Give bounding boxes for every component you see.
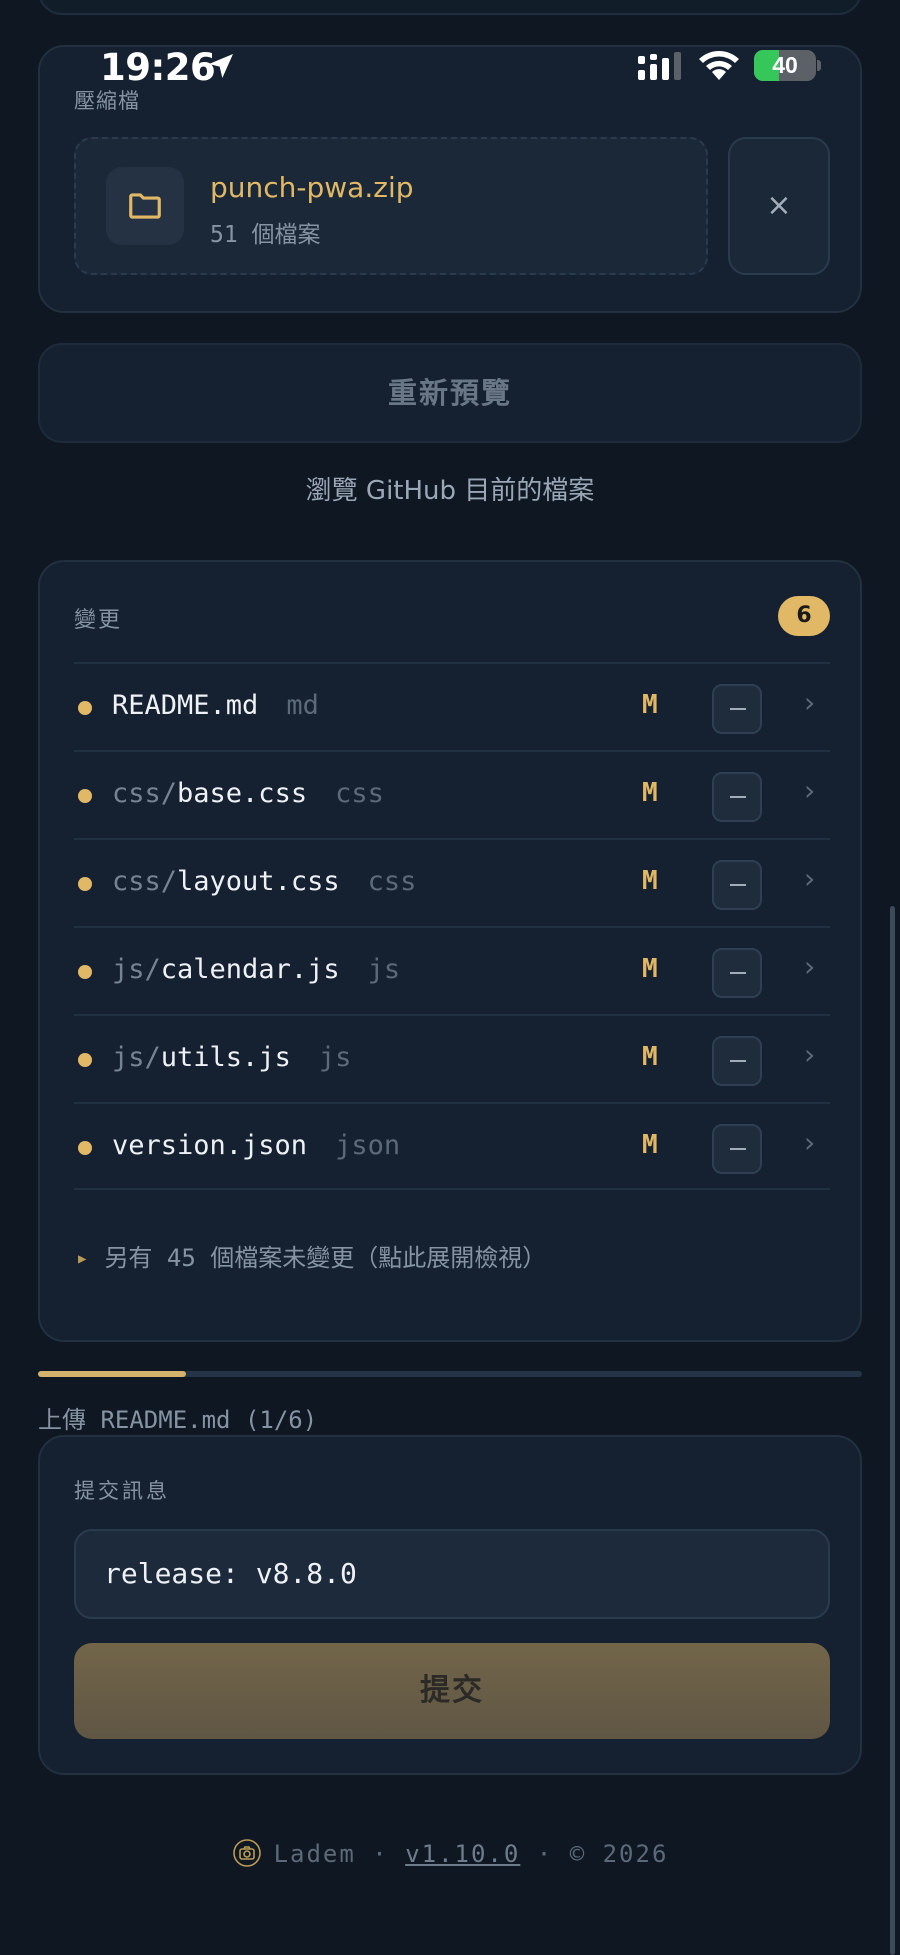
scrollbar[interactable] bbox=[890, 906, 895, 1955]
status-bar: 19:26 40 bbox=[0, 38, 900, 94]
modified-dot-icon bbox=[78, 877, 92, 891]
changed-file-row[interactable]: css/base.css css M › bbox=[74, 750, 830, 838]
changed-file-list: README.md md M › css/base.css css M › css/layout… bbox=[74, 662, 830, 1190]
footer: Ladem · v1.10.0 · © 2026 bbox=[0, 1838, 900, 1868]
commit-card: 提交訊息 release: v8.8.0 提交 bbox=[38, 1435, 862, 1775]
file-name: base.css bbox=[177, 778, 308, 809]
folder-tile bbox=[106, 167, 184, 245]
archive-file-count: 51 個檔案 bbox=[210, 222, 321, 248]
battery-tip bbox=[817, 60, 821, 71]
file-dir: js/ bbox=[112, 1042, 161, 1073]
folder-icon bbox=[129, 193, 161, 219]
browse-github-link[interactable]: 瀏覽 GitHub 目前的檔案 bbox=[0, 470, 900, 507]
remove-archive-button[interactable]: × bbox=[728, 137, 830, 275]
file-status: M bbox=[642, 954, 658, 984]
file-name: utils.js bbox=[160, 1042, 291, 1073]
file-dir: js/ bbox=[112, 954, 161, 985]
file-ext: js bbox=[318, 1042, 352, 1073]
file-path: version.json json bbox=[112, 1130, 400, 1161]
status-time: 19:26 bbox=[100, 46, 216, 89]
unstage-file-button[interactable] bbox=[712, 1036, 762, 1086]
unstage-file-button[interactable] bbox=[712, 948, 762, 998]
file-ext: css bbox=[367, 866, 417, 897]
unstage-file-button[interactable] bbox=[712, 1124, 762, 1174]
file-name: README.md bbox=[112, 690, 259, 721]
changed-file-row[interactable]: css/layout.css css M › bbox=[74, 838, 830, 926]
archive-file-box[interactable]: punch-pwa.zip 51 個檔案 bbox=[74, 137, 708, 275]
file-dir: css/ bbox=[112, 778, 178, 809]
expand-triangle-icon: ▶ bbox=[78, 1251, 87, 1267]
modified-dot-icon bbox=[78, 965, 92, 979]
upload-progress-fill bbox=[38, 1371, 187, 1377]
changes-card: 變更 6 README.md md M › css/base.css css M › css/l… bbox=[38, 560, 862, 1342]
changed-file-row[interactable]: version.json json M › bbox=[74, 1102, 830, 1190]
changes-title: 變更 bbox=[74, 608, 123, 633]
file-status: M bbox=[642, 1042, 658, 1072]
footer-brand: Ladem bbox=[273, 1840, 356, 1868]
changes-count-badge: 6 bbox=[778, 596, 830, 636]
unstage-file-button[interactable] bbox=[712, 772, 762, 822]
file-path: css/layout.css css bbox=[112, 866, 416, 897]
file-name: layout.css bbox=[177, 866, 340, 897]
archive-file-name: punch-pwa.zip bbox=[210, 171, 414, 204]
modified-dot-icon bbox=[78, 1053, 92, 1067]
changed-file-row[interactable]: js/calendar.js js M › bbox=[74, 926, 830, 1014]
repreview-button[interactable]: 重新預覽 bbox=[38, 343, 862, 443]
camera-logo-icon bbox=[232, 1839, 261, 1867]
battery-level-text: 40 bbox=[772, 52, 798, 78]
file-ext: css bbox=[335, 778, 384, 809]
modified-dot-icon bbox=[78, 701, 92, 715]
upload-progress-text: 上傳 README.md (1/6) bbox=[38, 1406, 318, 1434]
footer-separator: · bbox=[536, 1840, 554, 1868]
file-name: version.json bbox=[112, 1130, 308, 1161]
chevron-right-icon[interactable]: › bbox=[804, 950, 815, 983]
file-status: M bbox=[642, 1130, 658, 1160]
upload-progress-bar bbox=[38, 1371, 862, 1377]
commit-message-label: 提交訊息 bbox=[74, 1479, 170, 1503]
cellular-signal-icon bbox=[638, 52, 681, 80]
file-status: M bbox=[642, 690, 658, 720]
file-path: css/base.css css bbox=[112, 778, 384, 809]
modified-dot-icon bbox=[78, 789, 92, 803]
unstage-file-button[interactable] bbox=[712, 684, 762, 734]
footer-separator: · bbox=[372, 1840, 389, 1868]
commit-message-input[interactable]: release: v8.8.0 bbox=[74, 1529, 830, 1619]
file-ext: json bbox=[335, 1130, 401, 1161]
previous-card bbox=[38, 0, 862, 15]
file-name: calendar.js bbox=[160, 954, 340, 985]
file-dir: css/ bbox=[112, 866, 178, 897]
battery-icon: 40 bbox=[754, 50, 816, 81]
changed-file-row[interactable]: js/utils.js js M › bbox=[74, 1014, 830, 1102]
wifi-icon bbox=[699, 51, 739, 80]
file-path: js/utils.js js bbox=[112, 1042, 351, 1073]
chevron-right-icon[interactable]: › bbox=[804, 1038, 815, 1071]
chevron-right-icon[interactable]: › bbox=[804, 686, 815, 719]
location-arrow-icon bbox=[209, 54, 233, 78]
unstage-file-button[interactable] bbox=[712, 860, 762, 910]
file-status: M bbox=[642, 866, 658, 896]
file-path: README.md md bbox=[112, 690, 319, 721]
modified-dot-icon bbox=[78, 1141, 92, 1155]
file-ext: js bbox=[367, 954, 401, 985]
chevron-right-icon[interactable]: › bbox=[804, 862, 815, 895]
file-path: js/calendar.js js bbox=[112, 954, 400, 985]
unchanged-files-toggle[interactable]: ▶ 另有 45 個檔案未變更（點此展開檢視） bbox=[74, 1238, 546, 1273]
unchanged-files-text: 另有 45 個檔案未變更（點此展開檢視） bbox=[104, 1244, 547, 1272]
chevron-right-icon[interactable]: › bbox=[804, 774, 815, 807]
file-ext: md bbox=[286, 690, 319, 721]
chevron-right-icon[interactable]: › bbox=[804, 1126, 815, 1159]
file-status: M bbox=[642, 778, 658, 808]
footer-copyright: © 2026 bbox=[569, 1840, 669, 1868]
changed-file-row[interactable]: README.md md M › bbox=[74, 662, 830, 750]
submit-button[interactable]: 提交 bbox=[74, 1643, 830, 1739]
footer-version-link[interactable]: v1.10.0 bbox=[405, 1840, 520, 1868]
